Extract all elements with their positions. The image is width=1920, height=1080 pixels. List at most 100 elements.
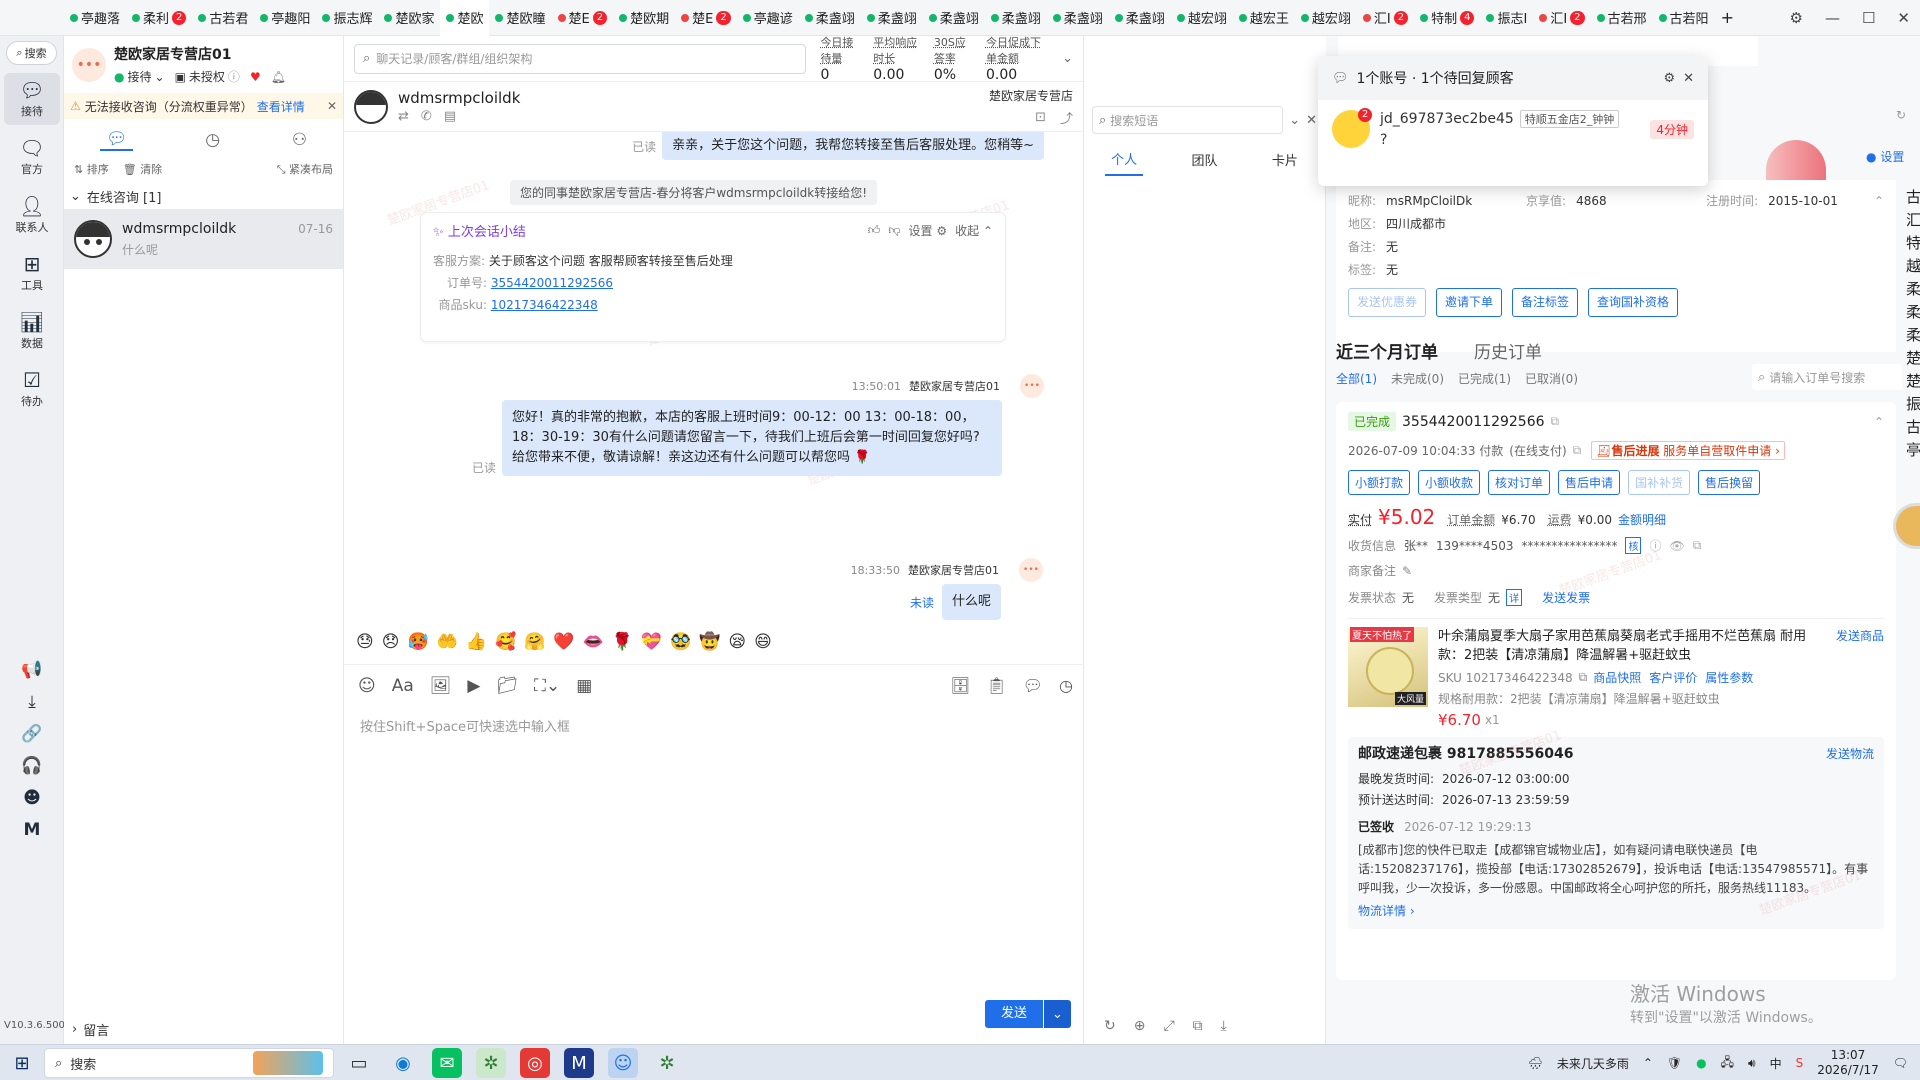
- quick-emoji[interactable]: 👄: [583, 632, 604, 652]
- thumbs-down-icon[interactable]: 👎︎: [888, 223, 900, 238]
- add-tab-icon[interactable]: +: [1715, 0, 1740, 36]
- tab-history-orders[interactable]: 历史订单: [1474, 338, 1542, 363]
- font-icon[interactable]: Aa: [392, 676, 414, 696]
- crop-icon[interactable]: ⛶⌄: [534, 676, 560, 696]
- customer-avatar[interactable]: [354, 89, 388, 124]
- profile-action-button[interactable]: 查询国补资格: [1588, 288, 1679, 317]
- summary-collapse-button[interactable]: 收起 ⌃: [955, 222, 993, 239]
- close-icon[interactable]: ✕: [327, 99, 337, 113]
- wechat-icon[interactable]: ✉: [432, 1048, 462, 1078]
- app-star2-icon[interactable]: ✲: [652, 1048, 682, 1078]
- megaphone-icon[interactable]: 📢: [21, 660, 42, 680]
- copy-icon[interactable]: ⧉: [1579, 670, 1588, 685]
- order-filter[interactable]: 未完成(0): [1391, 370, 1444, 387]
- team-icon[interactable]: ⚇: [292, 130, 307, 150]
- side-strip-char[interactable]: 楚: [1906, 347, 1920, 370]
- session-tab[interactable]: 楚欧期: [613, 0, 675, 36]
- weather-text[interactable]: 未来几天多雨: [1557, 1055, 1629, 1072]
- summary-sku-link[interactable]: 10217346422348: [491, 298, 598, 312]
- wechat-tray-icon[interactable]: ●: [1696, 1056, 1706, 1070]
- minimize-icon[interactable]: —: [1825, 9, 1840, 27]
- quick-emoji[interactable]: 🤲: [437, 632, 458, 652]
- quick-emoji[interactable]: 🥵: [407, 632, 428, 652]
- sku-link[interactable]: 客户评价: [1649, 669, 1697, 686]
- leave-message-group[interactable]: › 留言: [64, 1018, 117, 1040]
- refresh-icon[interactable]: ↻: [1104, 1018, 1116, 1034]
- session-tab[interactable]: 古若邢: [1591, 0, 1653, 36]
- app-red-icon[interactable]: ◎: [520, 1048, 550, 1078]
- order-search-input[interactable]: ⌕ 请输入订单号搜索: [1752, 364, 1902, 390]
- logistics-detail-link[interactable]: 物流详情 ›: [1358, 902, 1874, 921]
- profile-settings-link[interactable]: ● 设置: [1866, 148, 1904, 165]
- session-tab[interactable]: 楚E 2: [552, 0, 614, 36]
- rail-item-待办[interactable]: ☑ 待办: [4, 363, 60, 415]
- download-icon[interactable]: ⤓: [1221, 1018, 1227, 1034]
- quick-emoji[interactable]: 😪: [728, 632, 746, 652]
- phrase-tab[interactable]: 团队: [1185, 144, 1223, 175]
- sku-link[interactable]: 商品快照: [1593, 669, 1641, 686]
- current-chats-icon[interactable]: 💬︎: [99, 129, 134, 151]
- send-logistics-link[interactable]: 发送物流: [1826, 745, 1874, 764]
- session-tab[interactable]: 楚欧: [440, 0, 490, 36]
- session-tab[interactable]: 楚欧家: [378, 0, 440, 36]
- expand-icon[interactable]: ⌄: [1289, 113, 1300, 128]
- pending-customer-item[interactable]: 2 jd_697873ec2be45 特顺五金店2_钟钟 ? 4分钟: [1318, 100, 1708, 158]
- robot-icon[interactable]: ☻: [23, 788, 41, 808]
- side-strip-char[interactable]: 柔: [1906, 301, 1920, 324]
- profile-action-button[interactable]: 邀请下单: [1436, 288, 1503, 317]
- product-image[interactable]: 夏天不怕热了 大风量: [1348, 627, 1428, 707]
- session-tab[interactable]: 亭趣谚: [737, 0, 799, 36]
- calculator-icon[interactable]: ▦: [576, 676, 592, 696]
- taskbar-search[interactable]: ⌕ 搜索: [44, 1048, 334, 1078]
- shield-icon[interactable]: 🛡︎: [1667, 1056, 1682, 1070]
- rail-item-工具[interactable]: ⊞ 工具: [4, 247, 60, 299]
- session-tab[interactable]: 振志I: [1480, 0, 1533, 36]
- send-invoice-link[interactable]: 发送发票: [1542, 589, 1590, 606]
- task-view-icon[interactable]: ▭: [344, 1048, 374, 1078]
- clock[interactable]: 13:07 2026/7/17: [1817, 1048, 1879, 1078]
- sku-link[interactable]: 属性参数: [1705, 669, 1753, 686]
- summary-order-link[interactable]: 3554420011292566: [491, 276, 613, 290]
- order-action-button[interactable]: 核对订单: [1488, 470, 1551, 495]
- rail-item-接待[interactable]: 💬︎ 接待: [4, 73, 60, 125]
- online-group-header[interactable]: ⌄ 在线咨询 [1]: [64, 183, 343, 209]
- quick-emoji[interactable]: 🤠: [699, 632, 720, 652]
- session-tab[interactable]: 特制 4: [1414, 0, 1480, 36]
- side-strip-char[interactable]: 古: [1906, 186, 1920, 209]
- quick-emoji[interactable]: 🥸: [670, 632, 691, 652]
- session-tab[interactable]: 柔盏翊: [1047, 0, 1109, 36]
- send-button[interactable]: 发送: [984, 1000, 1043, 1028]
- side-strip-char[interactable]: 特: [1906, 232, 1920, 255]
- external-icon[interactable]: ⧉: [1193, 1018, 1203, 1034]
- note-icon[interactable]: ▤: [444, 109, 456, 124]
- close-icon[interactable]: ✕: [1306, 113, 1317, 128]
- side-strip-char[interactable]: 柔: [1906, 278, 1920, 301]
- ime-indicator[interactable]: 中: [1770, 1055, 1782, 1072]
- network-icon[interactable]: 🖧︎: [1721, 1053, 1734, 1074]
- aftersale-progress[interactable]: 🧾︎售后进展 服务单自营取件申请 ›: [1591, 441, 1785, 460]
- session-tab[interactable]: 越宏王: [1233, 0, 1295, 36]
- session-tab[interactable]: 柔盏翊: [923, 0, 985, 36]
- amount-detail-link[interactable]: 金额明细: [1618, 511, 1666, 528]
- rail-item-数据[interactable]: 📊︎ 数据: [4, 305, 60, 357]
- app-star-icon[interactable]: ✲: [476, 1048, 506, 1078]
- chevron-down-icon[interactable]: ⌄: [1062, 51, 1073, 66]
- side-strip-char[interactable]: 亭: [1906, 439, 1920, 462]
- maximize-icon[interactable]: ☐: [1862, 9, 1875, 27]
- side-strip-char[interactable]: 振: [1906, 393, 1920, 416]
- session-tab[interactable]: 柔盏翊: [985, 0, 1047, 36]
- session-tab[interactable]: 汇I 2: [1357, 0, 1414, 36]
- message-input[interactable]: 按住Shift+Space可快速选中输入框: [360, 716, 570, 735]
- app-m-icon[interactable]: M: [564, 1048, 594, 1078]
- quick-emoji[interactable]: 👍: [466, 632, 487, 652]
- volume-icon[interactable]: 🔊︎: [1748, 1056, 1756, 1071]
- order-filter[interactable]: 已完成(1): [1458, 370, 1511, 387]
- quick-emoji[interactable]: 💝: [641, 632, 662, 652]
- rail-item-联系人[interactable]: 👤︎ 联系人: [4, 189, 60, 241]
- session-tab[interactable]: 越宏翊: [1171, 0, 1233, 36]
- session-tab[interactable]: 古若君: [192, 0, 254, 36]
- sort-button[interactable]: ⇅ 排序: [74, 161, 109, 177]
- heart-icon[interactable]: ♥: [250, 70, 261, 84]
- add-icon[interactable]: ⊕: [1134, 1018, 1146, 1034]
- order-action-button[interactable]: 售后换留: [1698, 470, 1761, 495]
